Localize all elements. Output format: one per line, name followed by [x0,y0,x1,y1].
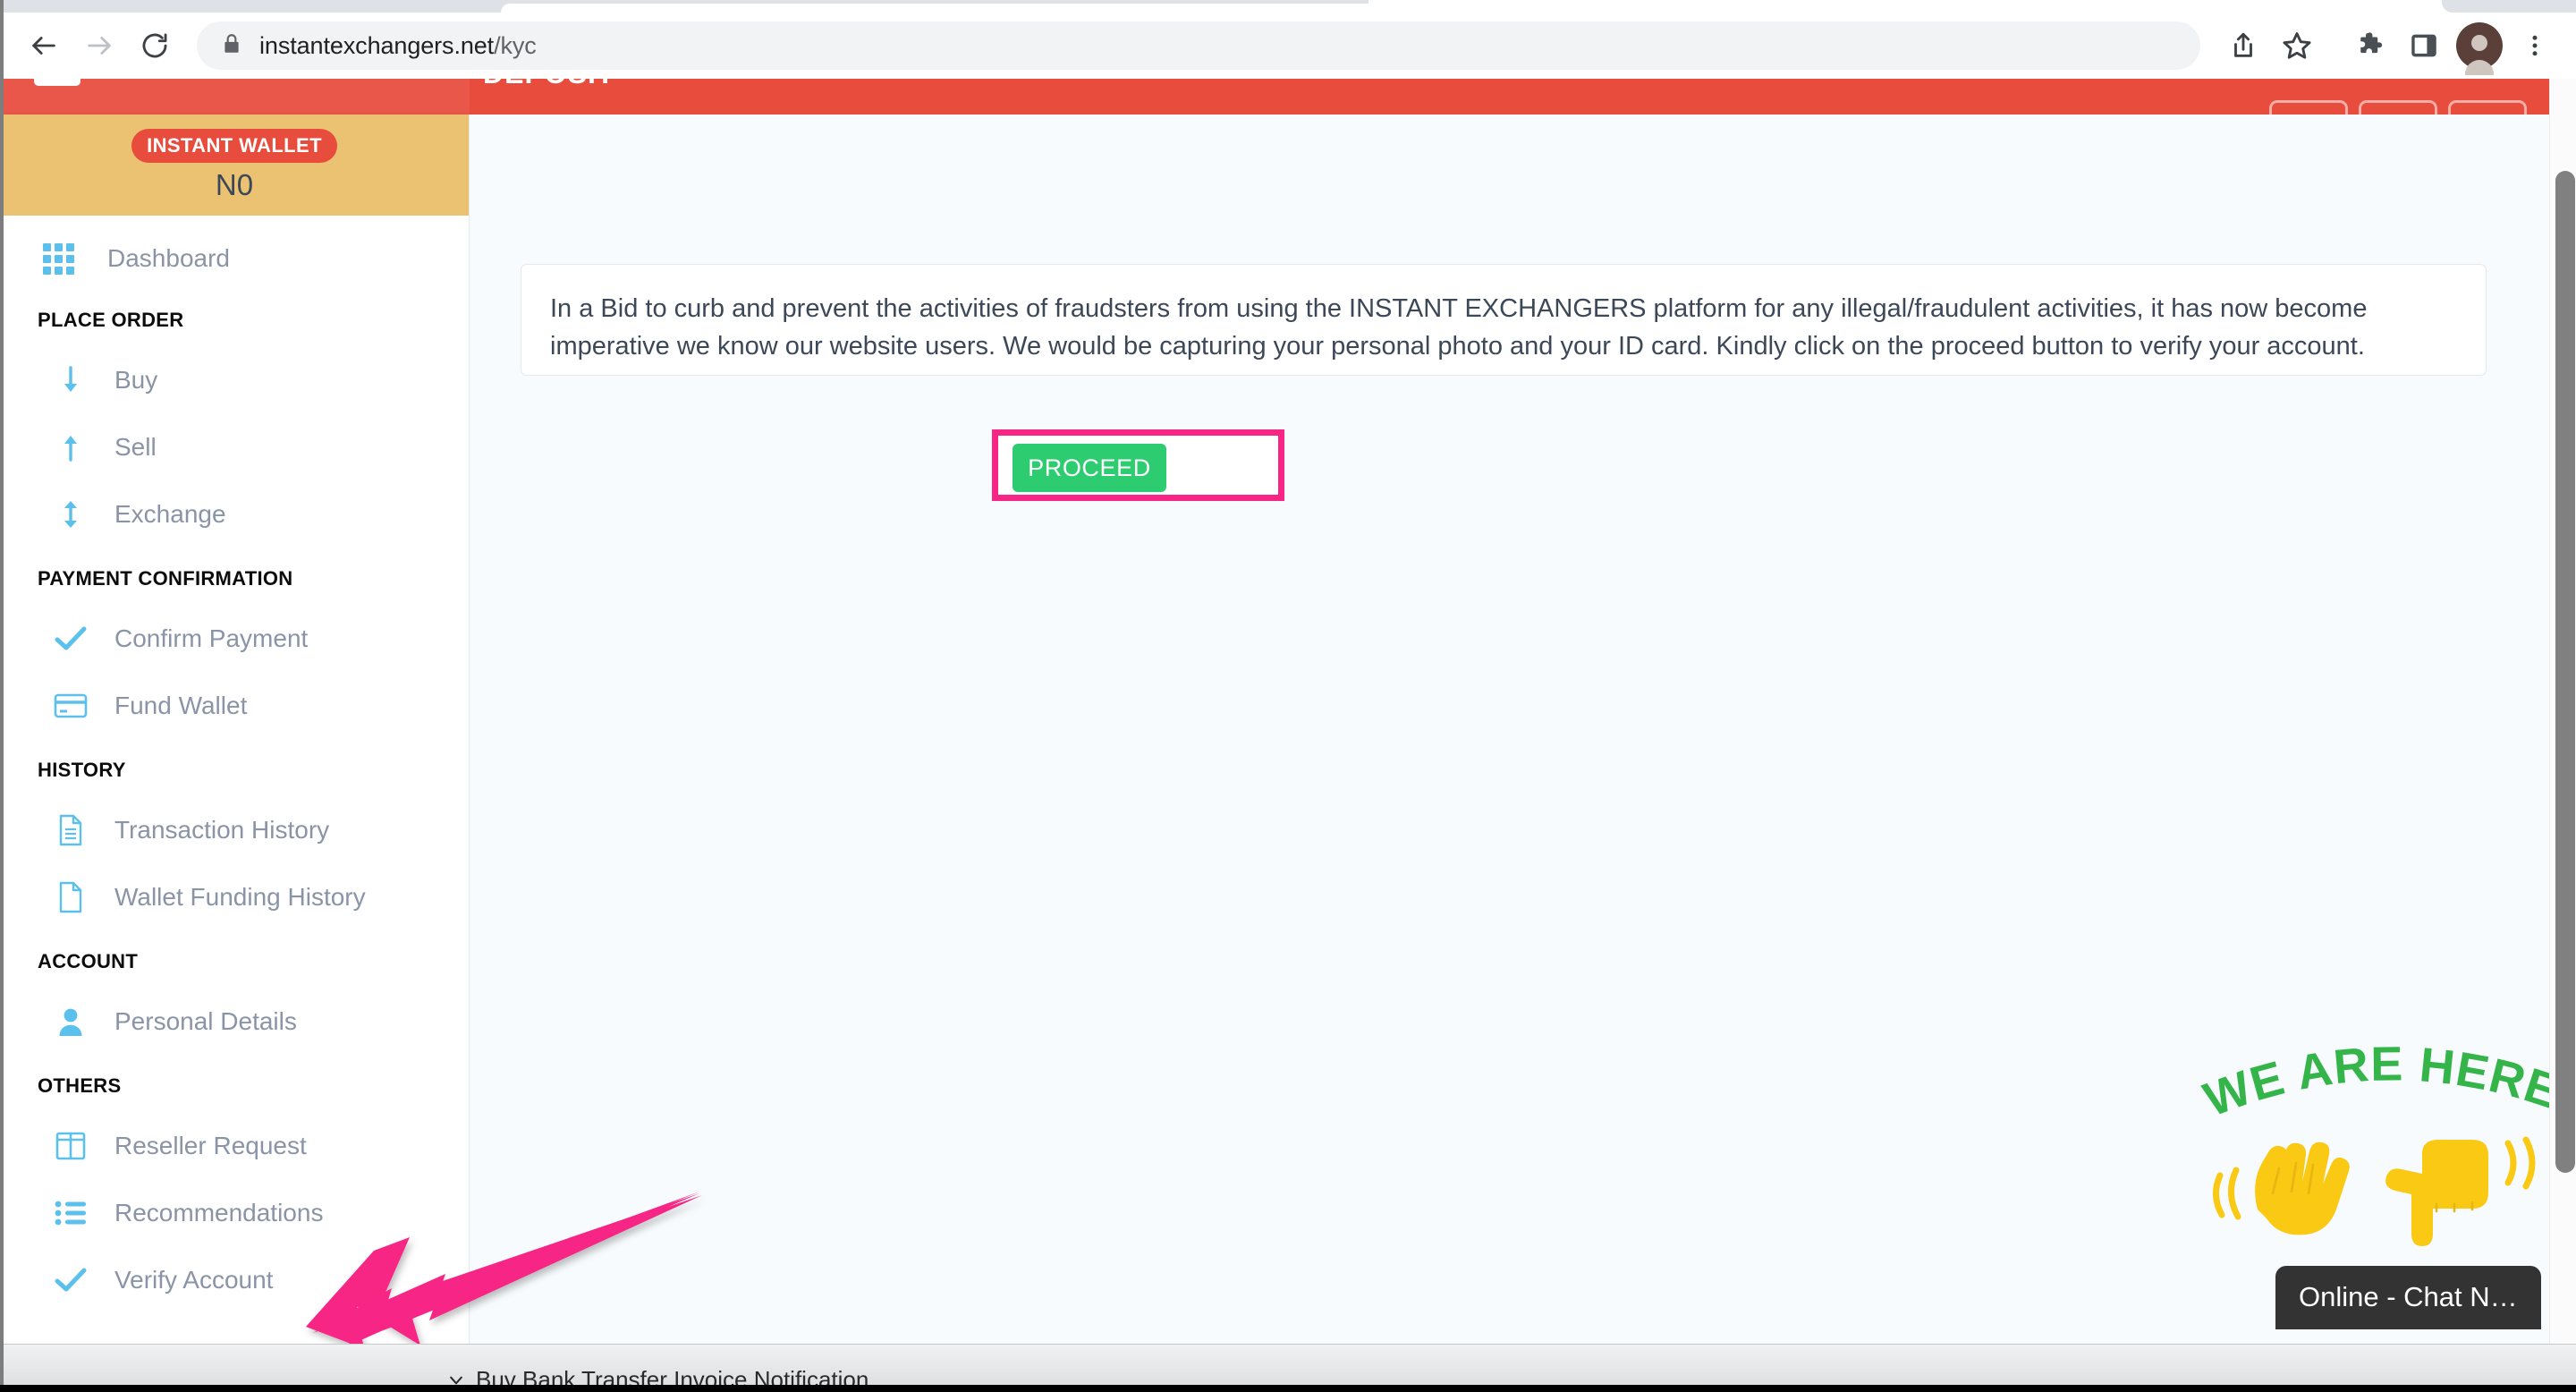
page-viewport: DEPOSIT INSTANT WALLET N0 Dashboard [0,79,2576,1344]
avatar-head [2471,35,2487,51]
share-button[interactable] [2216,19,2270,72]
sidebar-item-label: Transaction History [114,815,330,844]
wallet-badge: INSTANT WALLET [131,128,337,163]
chevron-down-icon [450,1376,462,1384]
window-left-edge [0,0,4,1385]
proceed-button[interactable]: PROCEED [1013,444,1166,492]
sidebar-section-history: HISTORY [38,759,126,781]
sidebar: INSTANT WALLET N0 Dashboard PLACE ORDER [0,115,470,1344]
page-scrollbar[interactable] [2549,79,2576,1344]
extensions-puzzle-icon [2360,32,2383,54]
columns-icon [54,1129,88,1163]
sidebar-item-transaction-history[interactable]: Transaction History [0,796,469,863]
reload-button[interactable] [127,18,182,73]
app-header-sidebar-region [0,79,470,115]
download-item[interactable]: Buy Bank Transfer Invoice Notification [447,1366,869,1385]
bookmark-button[interactable] [2270,19,2324,72]
sidebar-item-exchange[interactable]: Exchange [0,480,469,547]
extensions-button[interactable] [2343,19,2397,72]
sidebar-section-place-order: PLACE ORDER [38,309,184,331]
arrow-left-icon [32,37,55,55]
arrows-up-down-icon [54,497,88,531]
sidebar-item-confirm-payment[interactable]: Confirm Payment [0,605,469,672]
sidebar-item-fund-wallet[interactable]: Fund Wallet [0,672,469,739]
url-path: /kyc [494,31,537,59]
url-text: instantexchangers.net/kyc [259,31,537,59]
sidebar-item-label: Personal Details [114,1006,297,1035]
kyc-notice-card: In a Bid to curb and prevent the activit… [521,264,2487,376]
sidebar-item-label: Dashboard [107,244,230,272]
list-bullets-icon [54,1196,88,1230]
window-bottom-edge [0,1385,2576,1392]
browser-tab-strip [0,0,2576,13]
tab-strip-background-right [2442,0,2576,13]
page-scrollbar-thumb[interactable] [2555,171,2575,1173]
avatar-body [2465,60,2494,75]
wallet-panel: INSTANT WALLET N0 [0,115,469,216]
sidebar-section-others: OTHERS [38,1074,122,1097]
more-vertical-icon [2532,35,2538,56]
sidebar-section-payment-confirmation: PAYMENT CONFIRMATION [38,567,293,590]
browser-toolbar: instantexchangers.net/kyc [0,13,2576,79]
sidebar-item-recommendations[interactable]: Recommendations [0,1179,469,1246]
sidebar-item-personal-details[interactable]: Personal Details [0,988,469,1055]
address-bar[interactable]: instantexchangers.net/kyc [197,21,2200,70]
active-browser-tab[interactable] [501,4,1413,13]
kyc-notice-text: In a Bid to curb and prevent the activit… [550,294,2368,361]
reload-icon [142,33,167,58]
arrow-down-icon [54,363,88,397]
sidebar-item-label: Verify Account [114,1265,274,1294]
lock-icon [220,32,243,60]
sidebar-item-verify-account[interactable]: Verify Account [0,1246,469,1313]
side-panel-button[interactable] [2397,19,2451,72]
forward-button[interactable] [72,18,127,73]
sidebar-item-label: Exchange [114,499,226,528]
check-icon [54,1263,88,1297]
profile-avatar[interactable] [2456,22,2503,75]
main-content: In a Bid to curb and prevent the activit… [470,115,2549,1344]
arrow-up-icon [54,430,88,464]
download-item-label: Buy Bank Transfer Invoice Notification [476,1366,869,1385]
grid-icon [41,242,75,276]
sidebar-section-account: ACCOUNT [38,950,139,972]
sidebar-item-label: Buy [114,365,158,394]
arrow-right-icon [88,37,111,55]
sidebar-item-label: Reseller Request [114,1131,307,1159]
sidebar-item-label: Confirm Payment [114,624,309,652]
sidebar-item-label: Fund Wallet [114,691,248,719]
document-blank-icon [54,880,88,914]
sidebar-item-label: Sell [114,432,157,461]
share-icon [2234,32,2252,57]
hamburger-menu-icon[interactable] [34,79,80,86]
sidebar-item-label: Wallet Funding History [114,882,366,911]
sidebar-item-reseller-request[interactable]: Reseller Request [0,1112,469,1179]
sidebar-item-dashboard[interactable]: Dashboard [0,228,469,289]
browser-window: instantexchangers.net/kyc INSTANT WALLET… [0,0,2576,1392]
browser-menu-button[interactable] [2508,19,2562,72]
side-panel-icon [2411,34,2436,57]
download-bar: Buy Bank Transfer Invoice Notification [0,1344,2576,1385]
sidebar-item-buy[interactable]: Buy [0,346,469,413]
sidebar-item-label: Recommendations [114,1198,324,1226]
sidebar-item-sell[interactable]: Sell [0,413,469,480]
bookmark-star-icon [2283,32,2311,59]
sidebar-item-wallet-funding-history[interactable]: Wallet Funding History [0,863,469,930]
app-header: DEPOSIT [0,79,2549,136]
person-icon [54,1005,88,1039]
credit-card-icon [54,689,88,723]
sidebar-nav: Dashboard PLACE ORDER Buy Sell Exchange … [0,216,469,1313]
page-title: DEPOSIT [483,79,614,90]
check-icon [54,622,88,656]
wallet-balance: N0 [215,167,254,201]
document-lines-icon [54,813,88,847]
back-button[interactable] [16,18,72,73]
